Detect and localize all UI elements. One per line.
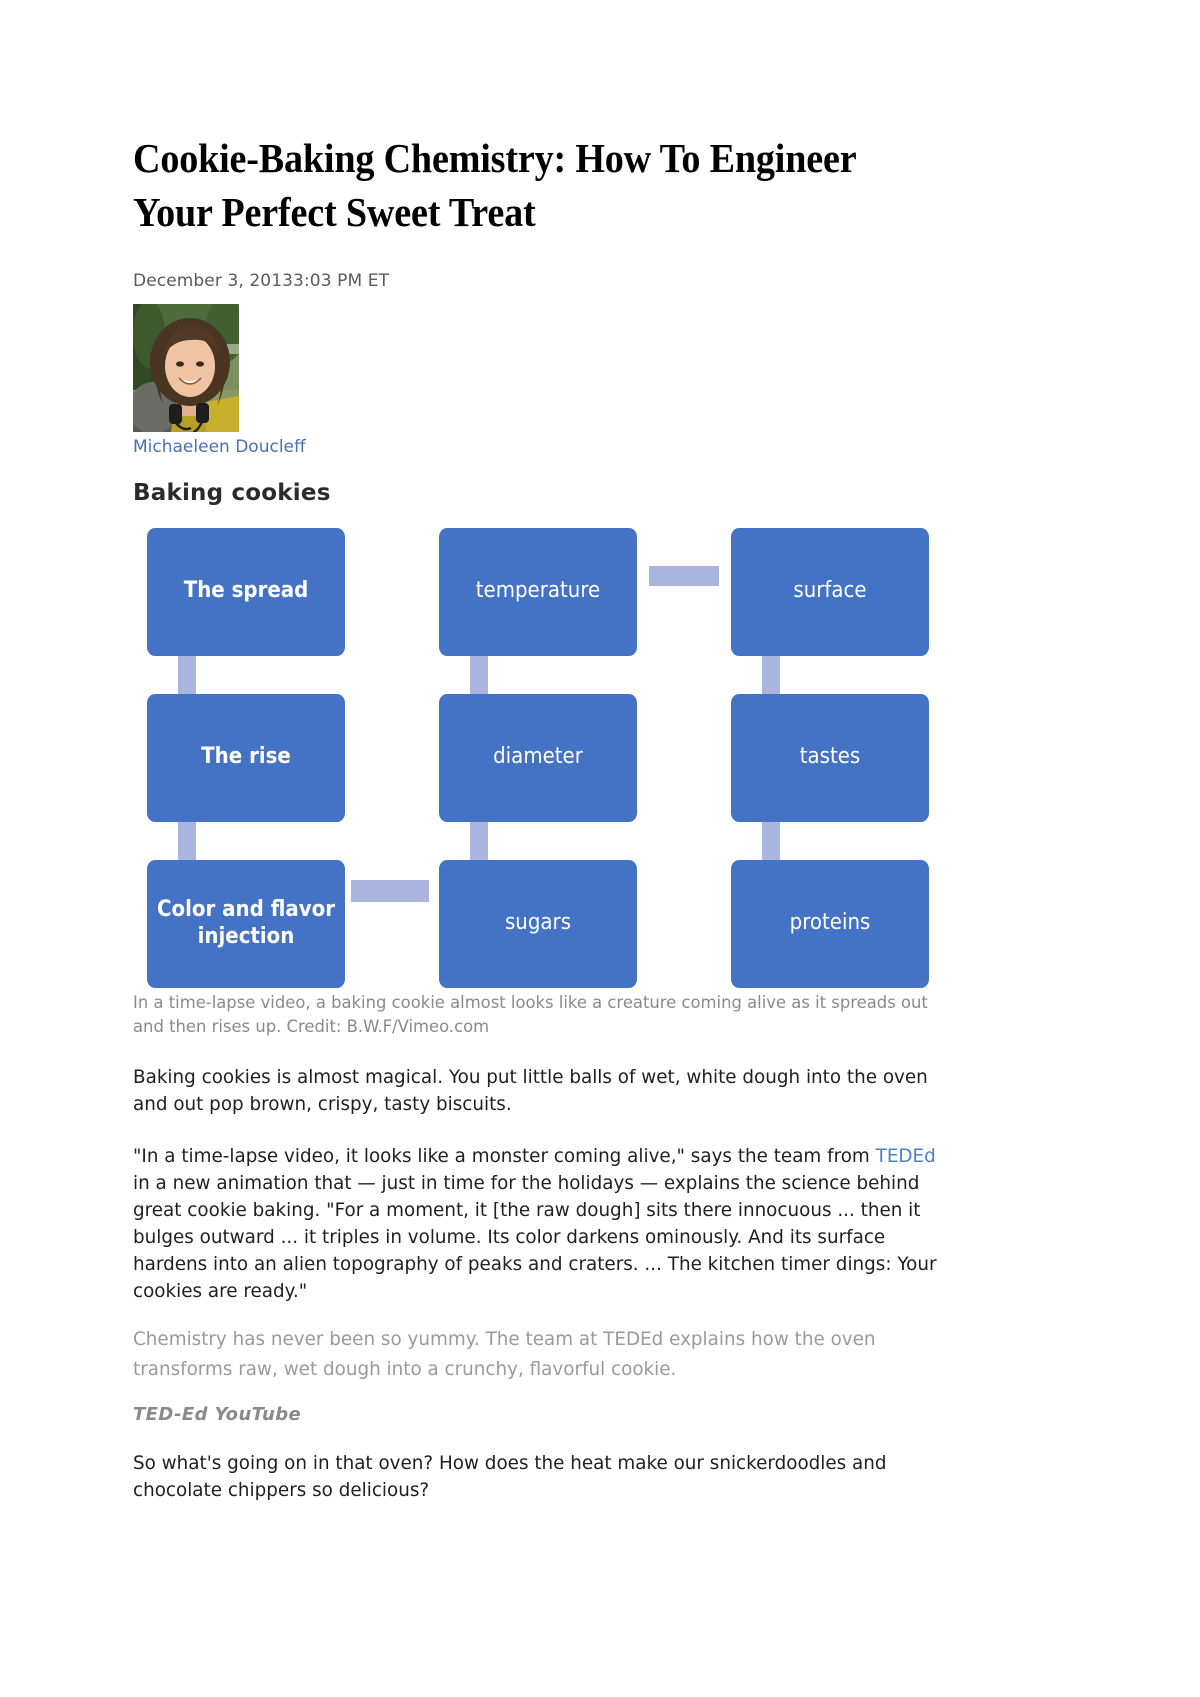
video-description: Chemistry has never been so yummy. The t…	[133, 1327, 876, 1381]
flow-diagram: The spread temperature surface The rise …	[133, 525, 978, 988]
diagram-node-surface[interactable]: surface	[731, 527, 929, 656]
byline-author-link[interactable]: Michaeleen Doucleff	[133, 437, 978, 457]
video-credit: TED-Ed YouTube	[133, 1404, 302, 1426]
connector-color-sugars	[351, 879, 429, 902]
diagram-node-proteins[interactable]: proteins	[731, 859, 929, 988]
connector-spread-rise	[178, 654, 196, 695]
body-paragraph-2: "In a time-lapse video, it looks like a …	[133, 1143, 948, 1305]
connector-diameter-sugars	[470, 820, 488, 861]
body-paragraph-2-part-a: "In a time-lapse video, it looks like a …	[133, 1144, 876, 1167]
body-paragraph-2-part-b: in a new animation that — just in time f…	[133, 1171, 937, 1302]
article-dateline: December 3, 20133:03 PM ET	[133, 271, 390, 292]
byline: Michaeleen Doucleff	[133, 304, 978, 457]
avatar	[133, 304, 239, 433]
article-container: Cookie-Baking Chemistry: How To Engineer…	[133, 0, 978, 1523]
diagram-node-color-flavor[interactable]: Color and flavor injection	[147, 859, 345, 988]
body-paragraph-3: So what's going on in that oven? How doe…	[133, 1452, 887, 1502]
article-page: Cookie-Baking Chemistry: How To Engineer…	[0, 0, 1200, 1697]
connector-rise-color	[178, 820, 196, 861]
diagram-node-rise[interactable]: The rise	[147, 693, 345, 822]
connector-tastes-proteins	[762, 820, 780, 861]
figure-caption: In a time-lapse video, a baking cookie a…	[133, 992, 928, 1037]
diagram-node-sugars[interactable]: sugars	[439, 859, 637, 988]
diagram-title: Baking cookies	[133, 479, 331, 506]
diagram-node-diameter[interactable]: diameter	[439, 693, 637, 822]
connector-surface-tastes	[762, 654, 780, 695]
connector-temperature-surface	[649, 565, 719, 586]
diagram-node-spread[interactable]: The spread	[147, 527, 345, 656]
page-title: Cookie-Baking Chemistry: How To Engineer…	[133, 135, 856, 236]
connector-temperature-diameter	[470, 654, 488, 695]
body-paragraph-1: Baking cookies is almost magical. You pu…	[133, 1065, 928, 1115]
diagram-node-tastes[interactable]: tastes	[731, 693, 929, 822]
teded-link[interactable]: TEDEd	[876, 1145, 936, 1167]
diagram-node-temperature[interactable]: temperature	[439, 527, 637, 656]
